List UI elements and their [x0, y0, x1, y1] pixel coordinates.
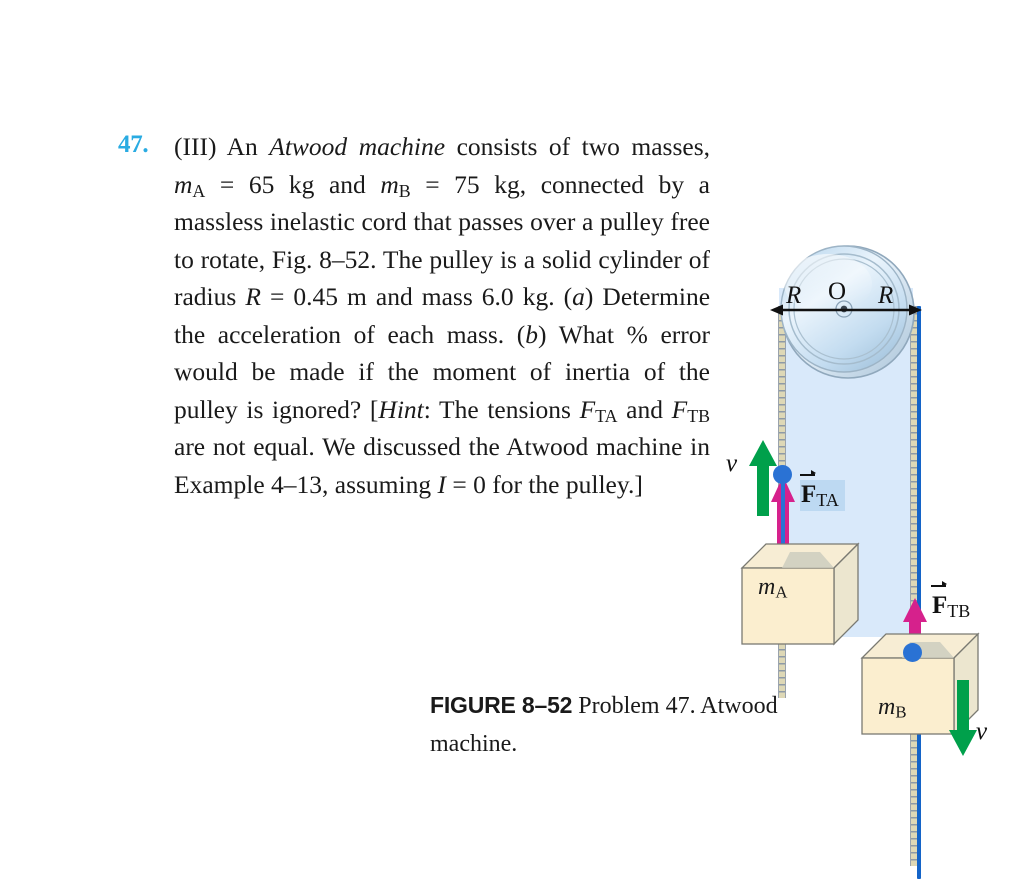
tension-b-vector-symbol: F — [930, 581, 948, 619]
mass-a-symbol: m — [174, 169, 193, 199]
figure-number: FIGURE 8–52 — [430, 692, 573, 718]
mass-b-equation: mB = 75 kg, — [380, 169, 527, 201]
emphasis-atwood-machine: Atwood machine — [269, 132, 446, 161]
tension-b-label: FTB — [930, 581, 971, 621]
textbook-page: 47. (III) An Atwood machine consists of … — [0, 0, 1024, 879]
cord-right-highlight — [917, 306, 921, 879]
text-segment-3: and — [314, 169, 381, 199]
radius-arrows — [770, 304, 922, 316]
tension-a-symbol: F — [579, 394, 596, 424]
text-segment-1: An — [226, 132, 270, 161]
inertia-value: = 0 — [445, 469, 486, 499]
mass-a-box-label: mA — [758, 574, 787, 601]
tension-b-symbol: F — [671, 394, 688, 424]
mass-a-value: = 65 kg — [205, 169, 315, 199]
velocity-label-a: v — [726, 450, 738, 477]
velocity-arrow-b — [949, 680, 977, 756]
hint-label: Hint — [378, 394, 424, 424]
radius-value: = 0.45 m — [260, 282, 367, 311]
part-a-label: a — [572, 282, 585, 311]
mass-a-box-symbol: m — [758, 574, 776, 600]
text-segment-8: : The tensions — [423, 394, 580, 424]
mass-b-subscript: B — [398, 180, 411, 201]
radius-equation: R = 0.45 m — [245, 282, 367, 311]
tension-a-label: FTA — [799, 470, 845, 511]
inertia-equation: I = 0 — [437, 470, 485, 499]
text-segment-11: for the pulley.] — [485, 469, 643, 499]
text-segment-9: and — [617, 394, 672, 424]
tension-a-vector-symbol: F — [799, 470, 817, 508]
radius-symbol: R — [245, 282, 261, 311]
tension-b-label-subscript: TB — [947, 600, 971, 621]
part-b-label: b — [525, 319, 539, 349]
mass-b-box-label: mB — [878, 694, 907, 721]
mass-a-box-subscript: A — [775, 582, 788, 602]
mass-a-equation: mA = 65 kg — [174, 169, 315, 201]
difficulty-level: (III) — [174, 132, 217, 161]
problem-number: 47. — [118, 131, 149, 158]
text-segment-2: consists of two masses, — [445, 132, 711, 161]
figure-caption: FIGURE 8–52 Problem 47. Atwood machine. — [430, 686, 850, 763]
mass-b-box-subscript: B — [895, 702, 907, 722]
mass-b-box-symbol: m — [878, 694, 896, 720]
inertia-symbol: I — [437, 469, 446, 499]
tension-a-label-subscript: TA — [816, 489, 839, 510]
tension-a-subscript: TA — [595, 405, 618, 426]
velocity-label-b: v — [976, 718, 988, 745]
mass-b-symbol: m — [380, 169, 399, 199]
text-segment-5: and mass 6.0 kg. ( — [366, 282, 573, 311]
mass-b-value: = 75 kg, — [410, 169, 527, 199]
attachment-dot-b — [903, 643, 922, 662]
mass-a-subscript: A — [192, 180, 206, 201]
tension-a-symbol-group: FTA — [579, 394, 618, 426]
